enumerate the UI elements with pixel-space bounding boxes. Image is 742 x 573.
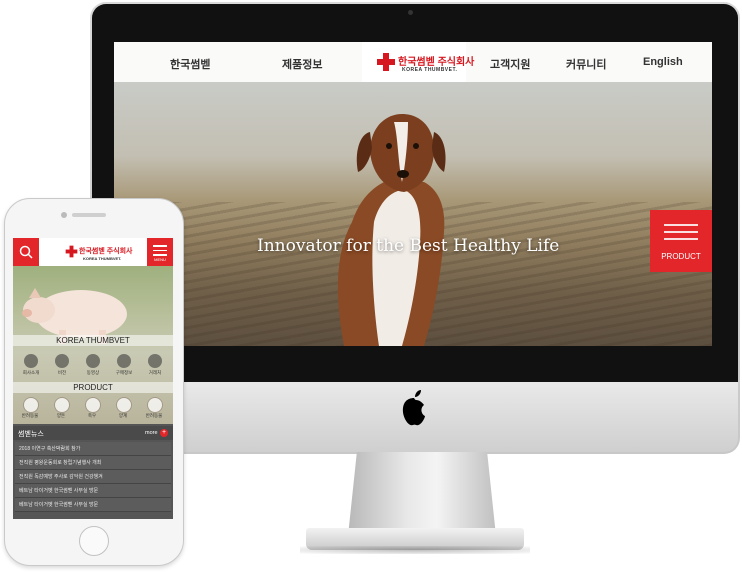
news-item-text: 2018 이연구 축산박람회 참가: [19, 446, 81, 452]
section1-label: 회사소개: [22, 370, 40, 375]
mobile-screen: 한국썸벧 주식회사 KOREA THUMBVET. MENU KOREA THU…: [13, 238, 173, 519]
section2-label: 반려동물: [21, 413, 39, 418]
section2-label: 반려동물: [145, 413, 163, 418]
company-icon[interactable]: [24, 354, 38, 368]
section-korea-thumbvet-title: KOREA THUMBVET: [56, 336, 130, 345]
swine-icon[interactable]: [54, 397, 70, 413]
hero-banner: [114, 82, 712, 346]
news-more-link[interactable]: more: [145, 430, 158, 436]
companion-animal-icon[interactable]: [147, 397, 163, 413]
purchase-icon[interactable]: [117, 354, 131, 368]
cattle-icon[interactable]: [85, 397, 101, 413]
red-cross-logo-icon[interactable]: [376, 52, 396, 72]
section1-label: 거래처: [148, 370, 162, 375]
news-item[interactable]: 베트남 타이거벳 한국썸벧 사무실 방문: [15, 498, 171, 512]
product-button-label: PRODUCT: [661, 252, 701, 261]
home-button[interactable]: [79, 526, 109, 556]
search-icon: [19, 245, 33, 259]
news-item[interactable]: 전직원 평왕운동회로 창립기념행사 개최: [15, 456, 171, 470]
section2-label: 양계: [118, 413, 128, 418]
phone-camera: [61, 212, 67, 218]
nav-company[interactable]: 한국썸벧: [170, 56, 210, 72]
logo-text[interactable]: 한국썸벧 주식회사: [398, 53, 474, 68]
pet-icon[interactable]: [23, 397, 39, 413]
section-product-title: PRODUCT: [73, 383, 113, 392]
news-item-text: 베트남 타이거벳 한국썸벧 사무실 방문: [19, 488, 99, 494]
section1-label: 동영상: [86, 370, 100, 375]
hamburger-icon: [664, 224, 698, 245]
plus-icon[interactable]: +: [160, 429, 168, 437]
menu-label: MENU: [154, 257, 166, 262]
news-header: 썸벧뉴스 more +: [13, 426, 173, 440]
logo-subtitle: KOREA THUMBVET.: [402, 67, 458, 73]
red-cross-logo-icon[interactable]: [65, 245, 78, 258]
vision-icon[interactable]: [55, 354, 69, 368]
mobile-banner: KOREA THUMBVET 회사소개 비전 동영상 구매정보 거래처 PROD…: [13, 266, 173, 424]
dog-image: [337, 114, 446, 346]
desktop-screen: 한국썸벧 제품정보 한국썸벧 주식회사 KOREA THUMBVET. 고객지원…: [114, 42, 712, 346]
news-item[interactable]: 2018 이연구 축산박람회 참가: [15, 442, 171, 456]
news-item[interactable]: 베트남 타이거벳 한국썸벧 사무실 방문: [15, 484, 171, 498]
partner-icon[interactable]: [148, 354, 162, 368]
news-item-text: 전직원 평왕운동회로 창립기념행사 개최: [19, 460, 102, 466]
section1-label: 비전: [57, 370, 67, 375]
apple-logo-icon: [402, 390, 425, 426]
nav-community[interactable]: 커뮤니티: [566, 56, 606, 72]
stand-shadow: [300, 546, 530, 554]
video-icon[interactable]: [86, 354, 100, 368]
nav-support[interactable]: 고객지원: [490, 56, 530, 72]
mobile-logo-text[interactable]: 한국썸벧 주식회사: [79, 246, 132, 256]
section2-label: 축우: [87, 413, 97, 418]
section2-label: 양돈: [56, 413, 66, 418]
nav-english[interactable]: English: [643, 56, 683, 68]
mobile-menu-button[interactable]: MENU: [147, 238, 173, 266]
imac-stand: [348, 452, 496, 536]
news-item-text: 베트남 타이거벳 한국썸벧 사무실 방문: [19, 502, 99, 508]
phone-speaker: [72, 213, 106, 217]
nav-products[interactable]: 제품정보: [282, 56, 322, 72]
news-title: 썸벧뉴스: [18, 431, 44, 438]
mobile-search-button[interactable]: [13, 238, 39, 266]
imac-camera: [408, 10, 413, 15]
section1-label: 구매정보: [115, 370, 133, 375]
poultry-icon[interactable]: [116, 397, 132, 413]
news-item[interactable]: 전직원 독감예방 주사로 감악원 건강챙겨: [15, 470, 171, 484]
product-button[interactable]: PRODUCT: [650, 210, 712, 272]
hero-tagline: Innovator for the Best Healthy Life: [257, 236, 560, 256]
news-item-text: 전직원 독감예방 주사로 감악원 건강챙겨: [19, 474, 103, 480]
mobile-logo-subtitle: KOREA THUMBVET.: [83, 256, 122, 261]
